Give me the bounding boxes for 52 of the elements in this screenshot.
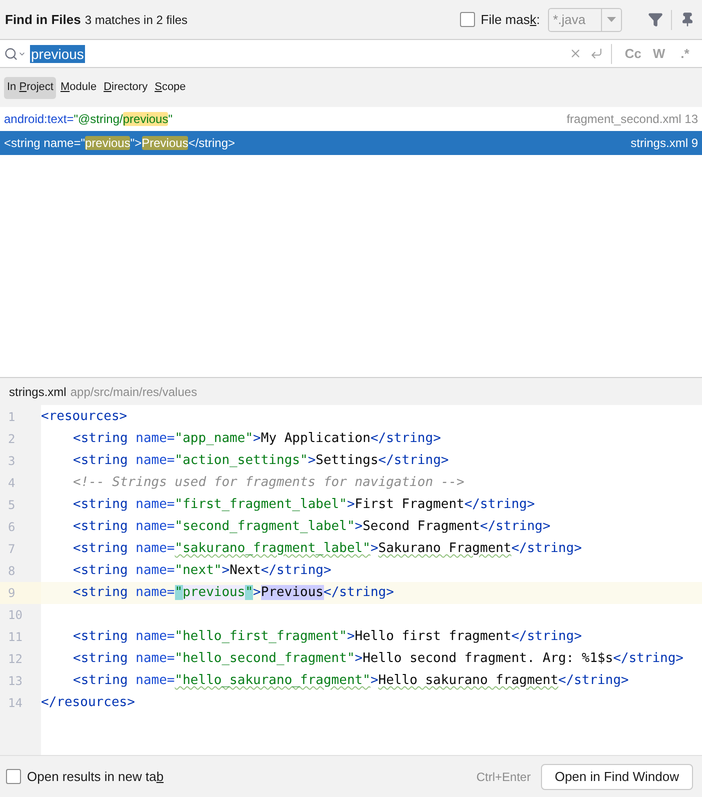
result-text: <string name="previous">Previous</string> xyxy=(4,135,236,152)
line-number: 13 xyxy=(8,673,22,690)
code-line: <string name="sakurano_fragment_label">Sakurano Fragment</string> xyxy=(73,540,582,558)
line-number: 14 xyxy=(8,695,22,712)
line-number: 2 xyxy=(8,431,16,448)
code-line: <resources> xyxy=(41,408,128,426)
code-line: <string name="second_fragment_label">Second Fragment</string> xyxy=(73,518,550,536)
line-number: 11 xyxy=(8,629,22,646)
caret-icon xyxy=(607,17,616,22)
checkbox[interactable] xyxy=(6,769,21,784)
checkbox[interactable] xyxy=(460,12,475,27)
code-line: <string name="first_fragment_label">First Fragment</string> xyxy=(73,496,535,514)
line-number: 4 xyxy=(8,475,16,492)
preview-file-name: strings.xml xyxy=(9,384,66,400)
filter-icon[interactable] xyxy=(648,12,663,27)
match-summary: 3 matches in 2 files xyxy=(84,12,188,28)
line-number: 3 xyxy=(8,453,16,470)
line-number: 9 xyxy=(8,585,16,602)
line-number: 7 xyxy=(8,541,16,558)
code-line: </resources> xyxy=(41,694,135,712)
code-line: <!-- Strings used for fragments for navigation --> xyxy=(73,474,464,492)
file-mask-label: File mask: xyxy=(480,10,540,29)
result-row[interactable]: <string name="previous">Previous</string> strings.xml 9 xyxy=(0,131,702,155)
clear-icon[interactable] xyxy=(569,47,582,60)
scope-tab[interactable]: Scope xyxy=(152,76,189,98)
line-number: 8 xyxy=(8,563,16,580)
code-line: <string name="previous">Previous</string> xyxy=(73,584,394,602)
code-line: <string name="hello_sakurano_fragment">Hello sakurano fragment</string> xyxy=(73,672,629,690)
open-in-find-window-button[interactable]: Open in Find Window xyxy=(540,764,693,790)
code-line: <string name="next">Next</string> xyxy=(73,562,332,580)
line-number: 12 xyxy=(8,651,22,668)
pin-icon[interactable] xyxy=(680,12,695,27)
newline-icon[interactable] xyxy=(590,47,603,60)
scope-tab[interactable]: In Project xyxy=(4,76,56,98)
window-title: Find in Files xyxy=(5,10,81,29)
line-number: 10 xyxy=(8,607,22,624)
shortcut-hint: Ctrl+Enter xyxy=(476,768,531,786)
preview-file-path: app/src/main/res/values xyxy=(70,384,198,400)
code-line: <string name="app_name">My Application</string> xyxy=(73,430,441,448)
line-number: 5 xyxy=(8,497,16,514)
code-line: <string name="hello_first_fragment">Hello first fragment</string> xyxy=(73,628,582,646)
line-number: 6 xyxy=(8,519,16,536)
result-file: strings.xml 9 xyxy=(630,135,698,152)
scope-tab[interactable]: Directory xyxy=(100,76,151,98)
result-text: android:text="@string/previous" xyxy=(4,111,172,128)
line-number: 1 xyxy=(8,409,16,426)
result-file: fragment_second.xml 13 xyxy=(566,111,698,128)
scope-tab[interactable]: Module xyxy=(57,76,100,98)
search-icon xyxy=(4,46,26,60)
new-tab-label: Open results in new tab xyxy=(27,768,164,786)
code-line: <string name="action_settings">Settings</string> xyxy=(73,452,449,470)
code-line: <string name="hello_second_fragment">Hello second fragment. Arg: %1$s</string> xyxy=(73,650,684,668)
